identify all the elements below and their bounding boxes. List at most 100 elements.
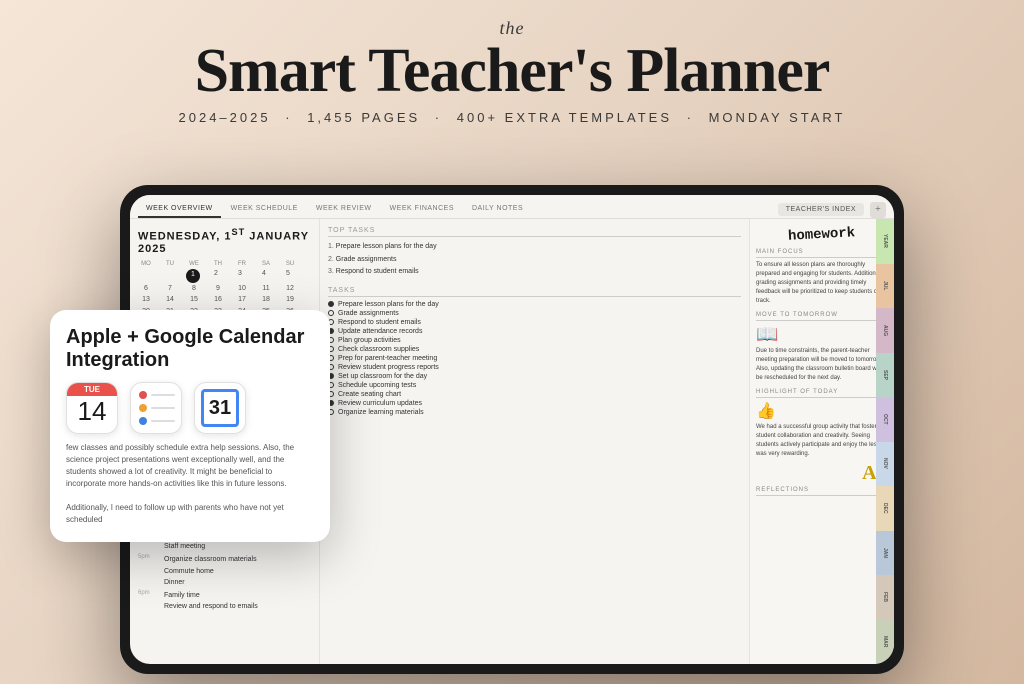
task-text: Grade assignments [338, 310, 399, 317]
schedule-row: 6pm Family time Review and respond to em… [138, 590, 311, 612]
task-row: Check classroom supplies [328, 346, 741, 353]
task-row: Set up classroom for the day [328, 373, 741, 380]
task-row: Grade assignments [328, 310, 741, 317]
reminder-dot-red [139, 391, 147, 399]
planner-date: WEDNESDAY, 1ST JANUARY 2025 [138, 227, 311, 255]
task-row: Review curriculum updates [328, 400, 741, 407]
tab-feb[interactable]: FEB [876, 575, 894, 620]
planner-nav: WEEK OVERVIEW WEEK SCHEDULE WEEK REVIEW … [130, 195, 894, 219]
reminder-line [151, 394, 175, 396]
highlight-label: HIGHLIGHT OF TODAY [756, 389, 888, 398]
cal-cell: 3 [232, 269, 248, 283]
subtitle-templates: 400+ EXTRA TEMPLATES [457, 110, 672, 125]
apple-cal-day: 14 [78, 396, 107, 427]
tab-nov[interactable]: NOV [876, 442, 894, 487]
teacher-index-button[interactable]: TEACHER'S INDEX [778, 203, 864, 216]
cal-cell: 10 [234, 284, 250, 295]
tasks-label: TASKS [328, 287, 741, 297]
cal-cell: 13 [138, 295, 154, 306]
task-text: Prep for parent-teacher meeting [338, 355, 437, 362]
top-task-3: 3. Respond to student emails [328, 266, 741, 279]
task-text: Organize learning materials [338, 409, 424, 416]
reminder-line [151, 407, 175, 409]
dot1: · [285, 110, 292, 125]
reflections-label: REFLECTIONS [756, 487, 888, 496]
task-row: Schedule upcoming tests [328, 382, 741, 389]
task-text: Schedule upcoming tests [338, 382, 416, 389]
task-text: Respond to student emails [338, 319, 421, 326]
highlight-text: We had a successful group activity that … [756, 423, 888, 459]
task-text: Set up classroom for the day [338, 373, 427, 380]
tab-sep[interactable]: SEP [876, 353, 894, 398]
cal-cell: 16 [210, 295, 226, 306]
cal-cell: 4 [256, 269, 272, 283]
tab-week-overview[interactable]: WEEK OVERVIEW [138, 201, 221, 218]
tab-jul[interactable]: JUL [876, 264, 894, 309]
task-row: Prep for parent-teacher meeting [328, 355, 741, 362]
google-cal-inner: 31 [201, 389, 239, 427]
schedule-row: 5pm Organize classroom materials Commute… [138, 554, 311, 588]
cal-header-su: SU [282, 261, 298, 267]
task-text: Check classroom supplies [338, 346, 419, 353]
tab-year[interactable]: YEAR [876, 219, 894, 264]
subtitle-year: 2024–2025 [179, 110, 271, 125]
tab-week-finances[interactable]: WEEK FINANCES [382, 201, 462, 218]
tab-aug[interactable]: AUG [876, 308, 894, 353]
tab-week-schedule[interactable]: WEEK SCHEDULE [223, 201, 306, 218]
page-header: the Smart Teacher's Planner 2024–2025 · … [0, 0, 1024, 135]
reminder-row [139, 391, 175, 399]
overlay-title: Apple + Google Calendar Integration [66, 326, 314, 372]
top-task-2: 2. Grade assignments [328, 254, 741, 267]
google-calendar-icon: 31 [194, 382, 246, 434]
header-title: Smart Teacher's Planner [0, 39, 1024, 104]
calendar-icons: TUE 14 31 [66, 382, 314, 434]
cal-cell: 19 [282, 295, 298, 306]
tab-oct[interactable]: OCT [876, 397, 894, 442]
cal-header-fr: FR [234, 261, 250, 267]
dot3: · [687, 110, 694, 125]
homework-title: homework [788, 225, 856, 244]
task-bullet [328, 301, 334, 307]
tab-dec[interactable]: DEC [876, 486, 894, 531]
tab-daily-notes[interactable]: DAILY NOTES [464, 201, 531, 218]
dot2: · [435, 110, 442, 125]
tab-jan[interactable]: JAN [876, 531, 894, 576]
task-text: Prepare lesson plans for the day [338, 301, 439, 308]
cal-cell: 11 [258, 284, 274, 295]
reminder-dot-orange [139, 404, 147, 412]
task-row: Update attendance records [328, 328, 741, 335]
task-row: Prepare lesson plans for the day [328, 301, 741, 308]
cal-header-sa: SA [258, 261, 274, 267]
homework-logo: homework [756, 225, 888, 243]
cal-cell: 18 [258, 295, 274, 306]
tab-mar[interactable]: MAR [876, 620, 894, 665]
plus-button[interactable]: + [870, 202, 886, 218]
main-focus-label: MAIN FOCUS [756, 249, 888, 258]
header-the: the [0, 18, 1024, 39]
schedule-item: Family time [164, 590, 311, 601]
thumbs-up-icon: 👍 [756, 401, 888, 421]
cal-cell: 2 [208, 269, 224, 283]
subtitle-pages: 1,455 PAGES [307, 110, 420, 125]
cal-cell: 5 [280, 269, 296, 283]
task-row: Organize learning materials [328, 409, 741, 416]
task-bullet [328, 310, 334, 316]
task-text: Update attendance records [338, 328, 422, 335]
cal-cell [138, 269, 154, 283]
reminder-row [139, 404, 175, 412]
cal-header-tu: TU [162, 261, 178, 267]
tab-week-review[interactable]: WEEK REVIEW [308, 201, 380, 218]
cal-cell: 9 [210, 284, 226, 295]
apple-cal-header: TUE [67, 383, 117, 396]
google-cal-num: 31 [209, 397, 231, 420]
cal-cell: 12 [282, 284, 298, 295]
top-task-1: 1. Prepare lesson plans for the day [328, 241, 741, 254]
highlight-wrapper: HIGHLIGHT OF TODAY 👍 We had a successful… [756, 389, 888, 485]
book-icon-wrapper: MOVE TO TOMORROW 📖 Due to time constrain… [756, 312, 888, 383]
task-text: Plan group activities [338, 337, 401, 344]
overlay-card: Apple + Google Calendar Integration TUE … [50, 310, 330, 542]
tasks-list: Prepare lesson plans for the day Grade a… [328, 301, 741, 418]
cal-cell: 14 [162, 295, 178, 306]
schedule-item: Review and respond to emails [164, 601, 311, 612]
cal-cell: 8 [186, 284, 202, 295]
